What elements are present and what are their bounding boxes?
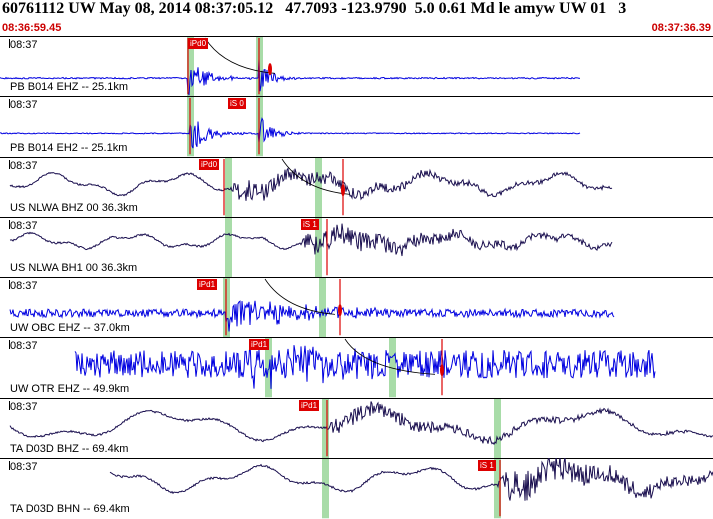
pick-marker bbox=[268, 63, 272, 76]
pick-label[interactable]: iS 1 bbox=[478, 459, 496, 471]
trace-time-label: 08:37 bbox=[10, 99, 38, 112]
trace-area[interactable]: 08:37 iPd0 PB B014 EHZ -- 25.1km 08:37 iS 0 P… bbox=[0, 36, 713, 518]
pick-label[interactable]: iPd1 bbox=[299, 399, 320, 411]
pick-label[interactable]: iPd1 bbox=[249, 339, 270, 351]
trace-time-label: 08:37 bbox=[10, 400, 38, 413]
waveform bbox=[109, 457, 713, 501]
trace-panel[interactable]: 08:37 iPd1 UW OBC EHZ -- 37.0km bbox=[0, 277, 713, 338]
phase-window bbox=[322, 458, 329, 518]
event-title: 60761112 UW May 08, 2014 08:37:05.12 47.… bbox=[2, 0, 627, 17]
trace-panel[interactable]: 08:37 iPd1 UW OTR EHZ -- 49.9km bbox=[0, 337, 713, 398]
pick-label[interactable]: iPd0 bbox=[199, 158, 220, 170]
trace-panel[interactable]: 08:37 iS 1 US NLWA BH1 00 36.3km bbox=[0, 216, 713, 278]
trace-panel[interactable]: 08:37 iPd1 TA D03D BHZ -- 69.4km bbox=[0, 397, 713, 459]
pick-label[interactable]: iPd0 bbox=[188, 38, 209, 49]
station-label: TA D03D BHN -- 69.4km bbox=[10, 503, 130, 515]
start-time: 08:36:59.45 bbox=[2, 22, 62, 34]
waveform bbox=[74, 342, 656, 390]
trace-panel[interactable]: 08:37 iPd0 US NLWA BHZ 00 36.3km bbox=[0, 156, 713, 218]
pick-label[interactable]: iS 0 bbox=[228, 98, 246, 110]
station-label: TA D03D BHZ -- 69.4km bbox=[10, 442, 129, 455]
pick-marker bbox=[440, 364, 444, 377]
travel-time-curve bbox=[204, 37, 276, 74]
phase-window bbox=[322, 398, 329, 458]
pick-label[interactable]: iS 1 bbox=[301, 218, 319, 230]
pick-marker bbox=[338, 304, 342, 317]
trace-panel[interactable]: 08:37 iS 1 TA D03D BHN -- 69.4km bbox=[0, 457, 713, 519]
station-label: UW OBC EHZ -- 37.0km bbox=[10, 322, 130, 335]
pick-marker bbox=[341, 183, 345, 196]
station-label: PB B014 EH2 -- 25.1km bbox=[10, 141, 128, 154]
trace-panel[interactable]: 08:37 iS 0 PB B014 EH2 -- 25.1km bbox=[0, 96, 713, 157]
trace-panel[interactable]: 08:37 iPd0 PB B014 EHZ -- 25.1km bbox=[0, 36, 713, 97]
phase-window bbox=[319, 278, 326, 338]
station-label: PB B014 EHZ -- 25.1km bbox=[10, 81, 128, 94]
trace-time-label: 08:37 bbox=[10, 280, 38, 292]
pick-label[interactable]: iPd1 bbox=[197, 279, 218, 290]
header-bar: 60761112 UW May 08, 2014 08:37:05.12 47.… bbox=[0, 0, 713, 36]
trace-time-label: 08:37 bbox=[10, 340, 38, 353]
trace-time-label: 08:37 bbox=[10, 159, 38, 172]
phase-window bbox=[494, 398, 501, 458]
end-time: 08:37:36.39 bbox=[651, 22, 711, 34]
trace-time-label: 08:37 bbox=[10, 219, 38, 232]
station-label: US NLWA BHZ 00 36.3km bbox=[10, 201, 138, 214]
phase-window bbox=[225, 217, 232, 277]
station-label: UW OTR EHZ -- 49.9km bbox=[10, 382, 130, 395]
trace-time-label: 08:37 bbox=[10, 460, 38, 473]
station-label: US NLWA BH1 00 36.3km bbox=[10, 262, 138, 274]
trace-time-label: 08:37 bbox=[10, 39, 38, 51]
waveform bbox=[9, 400, 713, 445]
